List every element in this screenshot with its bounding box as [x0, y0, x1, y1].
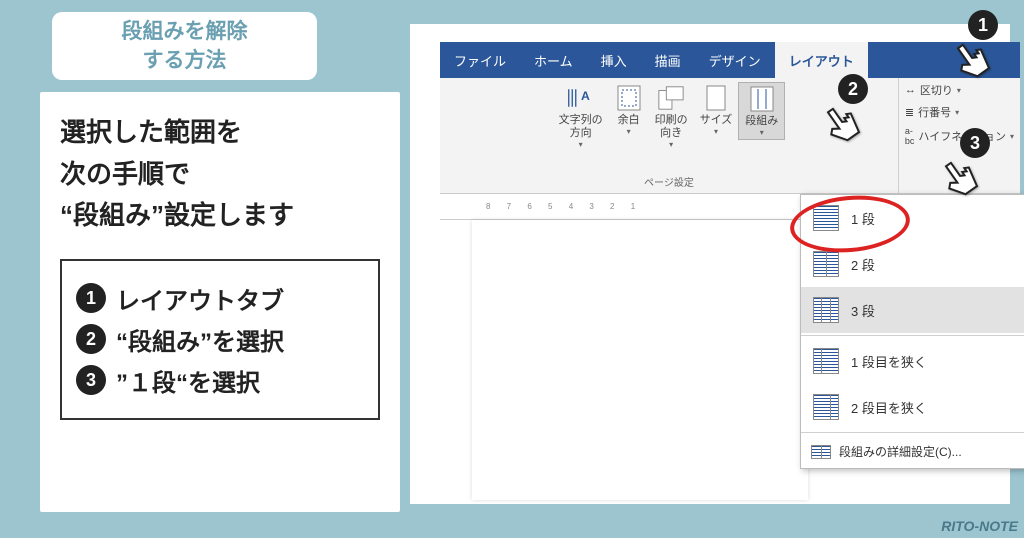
- columns-more-label: 段組みの詳細設定(C)...: [839, 443, 962, 460]
- text-direction-label: 文字列の 方向: [559, 114, 603, 140]
- ruler: 8 7 6 5 4 3 2 1: [440, 202, 820, 220]
- caret-icon: ▾: [760, 128, 764, 137]
- columns-button[interactable]: 段組み ▾: [738, 82, 785, 140]
- columns-3-label: 3 段: [851, 301, 875, 320]
- size-icon: [702, 84, 730, 112]
- columns-2-label: 2 段: [851, 255, 875, 274]
- svg-text:A: A: [581, 89, 590, 103]
- step-badge-1: 1: [76, 283, 106, 313]
- annotation-badge-2: 2: [838, 74, 868, 104]
- columns-2-icon: [813, 251, 839, 277]
- tab-file[interactable]: ファイル: [440, 42, 520, 78]
- ribbon-tabs: ファイル ホーム 挿入 描画 デザイン レイアウト: [440, 42, 1020, 78]
- pointer-hand-icon: [816, 98, 870, 157]
- hyphenation-icon: a-bc: [905, 126, 915, 146]
- annotation-badge-3: 3: [960, 128, 990, 158]
- word-window: ファイル ホーム 挿入 描画 デザイン レイアウト A 文字列の 方向 ▾: [410, 24, 1010, 504]
- text-direction-button[interactable]: A 文字列の 方向 ▾: [553, 82, 609, 151]
- columns-more-icon: [811, 445, 831, 459]
- description-text: 選択した範囲を 次の手順で “段組み”設定します: [60, 112, 380, 237]
- step-badge-2: 2: [76, 324, 106, 354]
- columns-option-2[interactable]: 2 段: [801, 241, 1024, 287]
- tab-design[interactable]: デザイン: [695, 42, 775, 78]
- columns-3-icon: [813, 297, 839, 323]
- document-page[interactable]: [472, 220, 808, 500]
- tab-home[interactable]: ホーム: [520, 42, 587, 78]
- title-text: 段組みを解除 する方法: [122, 17, 248, 76]
- tab-draw[interactable]: 描画: [641, 42, 695, 78]
- margins-icon: [615, 84, 643, 112]
- text-direction-icon: A: [567, 84, 595, 112]
- orientation-label: 印刷の 向き: [655, 114, 688, 140]
- line-numbers-button[interactable]: ≣ 行番号▾: [905, 104, 1014, 120]
- step-1: 1 レイアウトタブ: [76, 281, 364, 316]
- columns-narrow2-label: 2 段目を狭く: [851, 398, 927, 417]
- step-2: 2 “段組み”を選択: [76, 322, 364, 357]
- columns-icon: [748, 85, 776, 113]
- columns-more-settings[interactable]: 段組みの詳細設定(C)...: [801, 435, 1024, 468]
- columns-option-3[interactable]: 3 段: [801, 287, 1024, 333]
- step-1-label: レイアウトタブ: [116, 281, 284, 316]
- columns-narrow1-label: 1 段目を狭く: [851, 352, 927, 371]
- step-2-label: “段組み”を選択: [116, 322, 284, 357]
- caret-icon: ▾: [627, 127, 631, 136]
- breaks-icon: ↔: [905, 84, 916, 96]
- columns-narrow2-icon: [813, 394, 839, 420]
- title-box: 段組みを解除 する方法: [52, 12, 317, 80]
- tab-insert[interactable]: 挿入: [587, 42, 641, 78]
- columns-1-label: 1 段: [851, 209, 875, 228]
- ribbon-body: A 文字列の 方向 ▾ 余白 ▾ 印刷の 向き: [440, 78, 1020, 194]
- dropdown-separator: [801, 335, 1024, 336]
- pointer-hand-icon: [934, 152, 988, 211]
- line-numbers-icon: ≣: [905, 106, 914, 119]
- columns-option-1[interactable]: 1 段: [801, 195, 1024, 241]
- dropdown-separator: [801, 432, 1024, 433]
- steps-box: 1 レイアウトタブ 2 “段組み”を選択 3 ”１段“を選択: [60, 259, 380, 420]
- annotation-badge-1: 1: [968, 10, 998, 40]
- margins-label: 余白: [618, 114, 640, 127]
- columns-option-narrow1[interactable]: 1 段目を狭く: [801, 338, 1024, 384]
- columns-1-icon: [813, 205, 839, 231]
- columns-option-narrow2[interactable]: 2 段目を狭く: [801, 384, 1024, 430]
- caret-icon: ▾: [714, 127, 718, 136]
- caret-icon: ▾: [579, 140, 583, 149]
- margins-button[interactable]: 余白 ▾: [609, 82, 649, 138]
- line-numbers-label: 行番号: [918, 104, 951, 120]
- step-3-label: ”１段“を選択: [116, 363, 260, 398]
- columns-narrow1-icon: [813, 348, 839, 374]
- columns-label: 段組み: [745, 115, 778, 128]
- step-badge-3: 3: [76, 365, 106, 395]
- size-button[interactable]: サイズ ▾: [694, 82, 739, 138]
- tab-layout[interactable]: レイアウト: [775, 42, 868, 78]
- pointer-hand-icon: [946, 34, 1000, 93]
- footer-credit: RITO-NOTE: [941, 518, 1018, 534]
- orientation-icon: [657, 84, 685, 112]
- caret-icon: ▾: [669, 140, 673, 149]
- orientation-button[interactable]: 印刷の 向き ▾: [649, 82, 694, 151]
- step-3: 3 ”１段“を選択: [76, 363, 364, 398]
- description-panel: 選択した範囲を 次の手順で “段組み”設定します 1 レイアウトタブ 2 “段組…: [40, 92, 400, 512]
- group-title-page-setup: ページ設定: [644, 174, 694, 191]
- columns-dropdown: 1 段 2 段 3 段 1 段目を狭く 2 段目を狭く 段組みの詳細設定(C).…: [800, 194, 1024, 469]
- size-label: サイズ: [700, 114, 733, 127]
